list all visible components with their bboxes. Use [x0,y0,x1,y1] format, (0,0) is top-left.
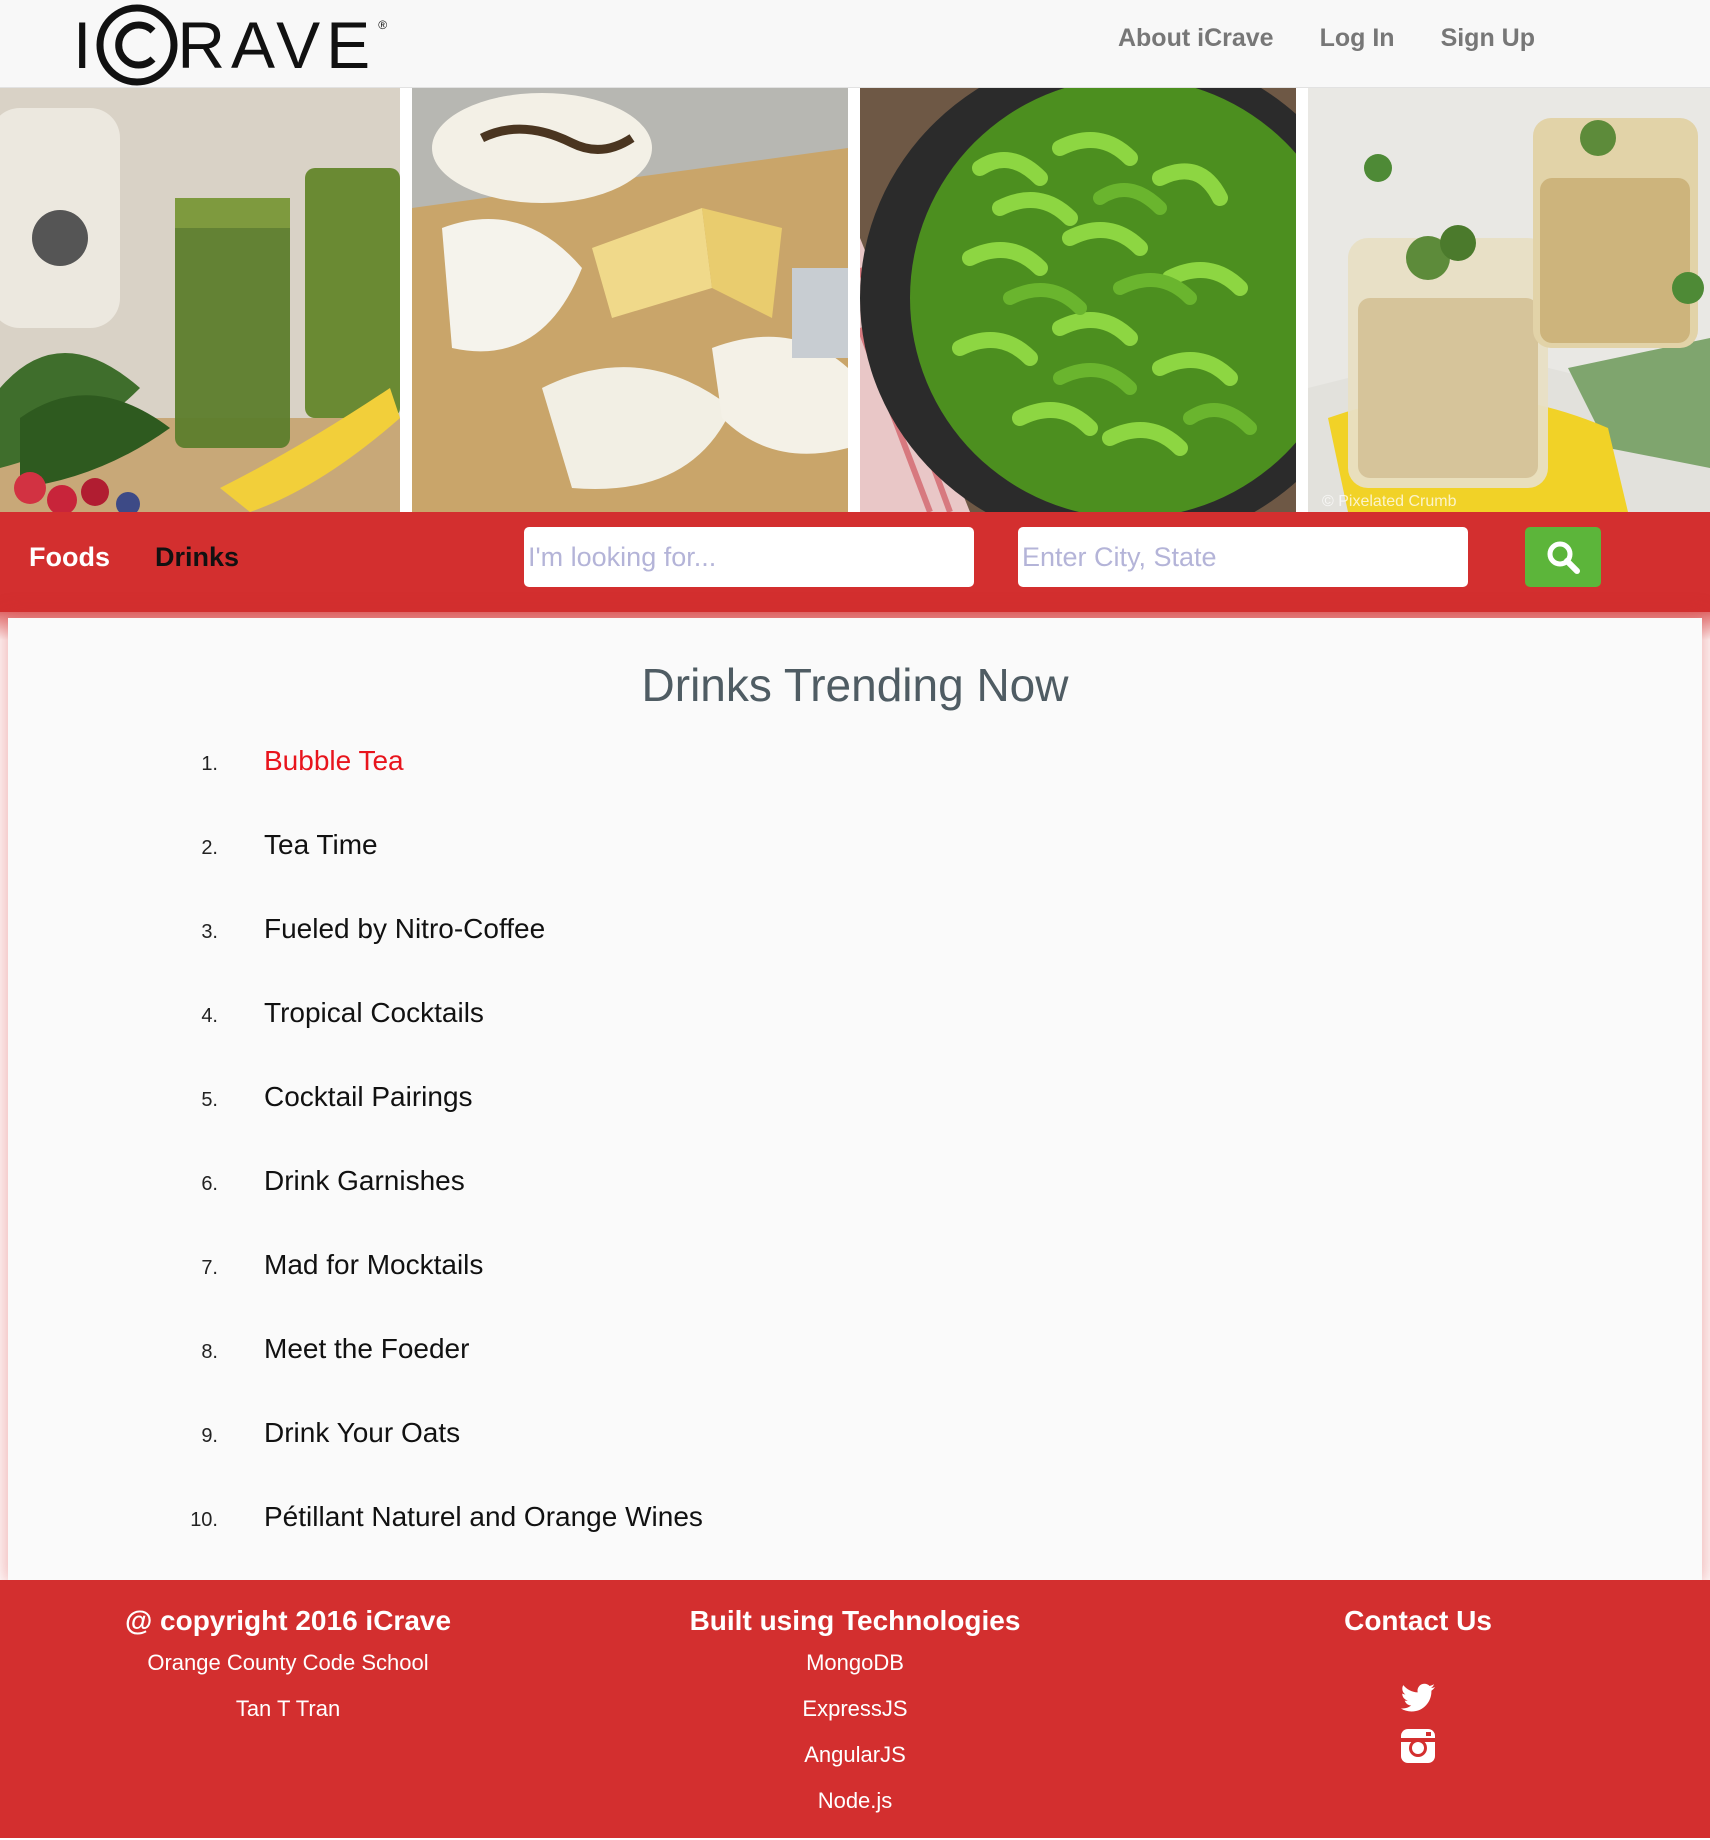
photo-watermark: © Pixelated Crumb [1322,493,1457,510]
list-item-number: 6. [201,1173,218,1195]
signup-link[interactable]: Sign Up [1441,20,1535,56]
twitter-icon[interactable] [1398,1678,1438,1718]
logo-letter-i: I [73,8,94,82]
list-item-number: 7. [201,1257,218,1279]
footer-technologies-column: Built using Technologies MongoDB Express… [655,1602,1055,1824]
logo-c-mark [96,4,178,86]
mint-julep-photo: © Pixelated Crumb [1308,88,1710,512]
footer-contact-column: Contact Us [1218,1602,1618,1766]
logo-letters-rave: RAVE [177,8,377,82]
search-icon [1547,541,1580,574]
trending-link[interactable]: Cocktail Pairings [264,1079,473,1115]
top-navbar: I RAVE ® About iCrave Log In Sign Up [0,0,1710,88]
footer-copyright-column: @ copyright 2016 iCrave Orange County Co… [88,1602,488,1732]
list-item-number: 5. [201,1089,218,1111]
list-item-number: 8. [201,1341,218,1363]
trending-link[interactable]: Bubble Tea [264,743,404,779]
trending-link[interactable]: Tropical Cocktails [264,995,484,1031]
copyright-heading: @ copyright 2016 iCrave [124,1605,452,1636]
hero-photo-strip: © Pixelated Crumb [0,88,1710,512]
page-title: Drinks Trending Now [641,659,1069,711]
search-bar: Foods Drinks [0,512,1710,612]
list-item-number: 1. [201,753,218,775]
about-link[interactable]: About iCrave [1118,20,1274,56]
list-item-number: 3. [201,921,218,943]
author-name: Tan T Tran [235,1696,341,1721]
social-links [1218,1678,1618,1766]
list-item-number: 4. [201,1005,218,1027]
icrave-logo[interactable]: I RAVE ® [73,4,388,86]
top-nav-links: About iCrave Log In Sign Up [1118,20,1535,56]
drinks-category-link[interactable]: Drinks [155,542,239,573]
tech-item: AngularJS [804,1742,906,1767]
school-name: Orange County Code School [147,1650,429,1675]
list-item-number: 9. [201,1425,218,1447]
trending-link[interactable]: Fueled by Nitro-Coffee [264,911,545,947]
trending-link[interactable]: Drink Your Oats [264,1415,460,1451]
technologies-heading: Built using Technologies [689,1605,1021,1636]
tech-item: MongoDB [806,1650,904,1675]
tech-item: ExpressJS [802,1696,908,1721]
cheese-board-photo [412,88,848,512]
contact-heading: Contact Us [1344,1605,1492,1636]
trending-link[interactable]: Drink Garnishes [264,1163,465,1199]
trending-link[interactable]: Tea Time [264,827,378,863]
edamame-pan-photo [860,88,1296,512]
tech-item: Node.js [817,1788,893,1813]
login-link[interactable]: Log In [1320,20,1395,56]
city-state-input[interactable] [1018,527,1468,587]
trending-link[interactable]: Meet the Foeder [264,1331,469,1367]
looking-for-input[interactable] [524,527,974,587]
green-smoothie-photo [0,88,400,512]
site-footer: @ copyright 2016 iCrave Orange County Co… [0,1580,1710,1838]
trending-panel: Drinks Trending Now 1. Bubble Tea 2. Tea… [8,618,1702,1580]
registered-mark: ® [378,18,388,32]
search-button[interactable] [1525,527,1601,587]
list-item-number: 10. [190,1509,218,1531]
trending-link[interactable]: Pétillant Naturel and Orange Wines [264,1499,703,1535]
trending-link[interactable]: Mad for Mocktails [264,1247,483,1283]
foods-category-link[interactable]: Foods [29,542,110,573]
instagram-icon[interactable] [1398,1726,1438,1766]
list-item-number: 2. [201,837,218,859]
